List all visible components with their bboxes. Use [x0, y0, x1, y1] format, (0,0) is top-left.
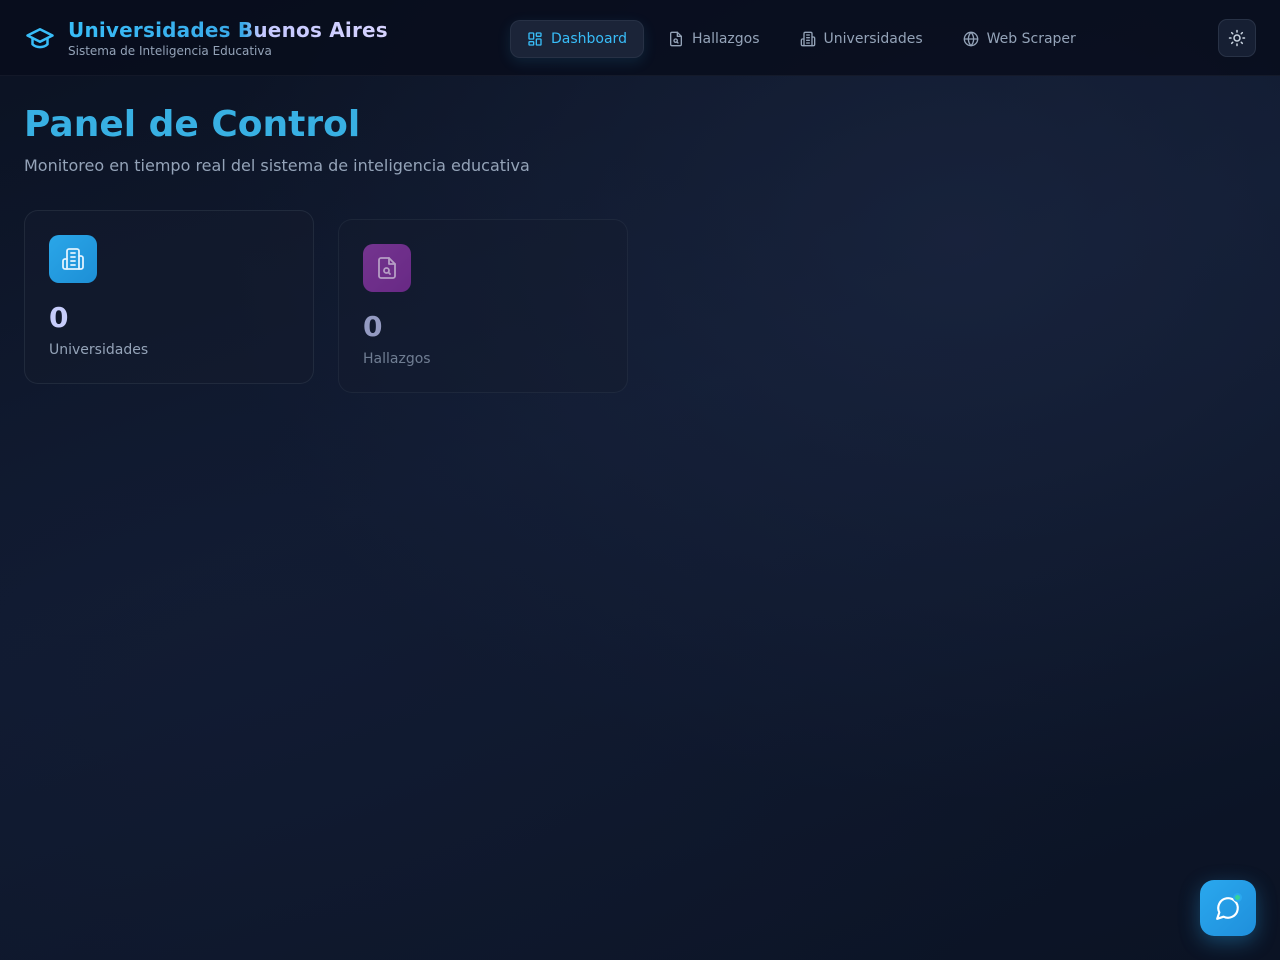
nav-label-universidades: Universidades — [823, 31, 923, 47]
nav-label-hallazgos: Hallazgos — [691, 31, 760, 47]
brand-subtitle: Sistema de Inteligencia Educativa — [68, 44, 272, 58]
stat-card-hallazgos[interactable]: 0 Hallazgos — [338, 219, 628, 393]
nav-item-universidades[interactable]: Universidades — [784, 20, 939, 58]
page-title: Panel de Control — [24, 104, 361, 145]
chat-button[interactable] — [1200, 880, 1256, 936]
nav-item-dashboard[interactable]: Dashboard — [510, 20, 644, 58]
file-search-icon — [669, 31, 682, 47]
stat-label: Universidades — [49, 342, 149, 358]
stat-value: 0 — [363, 310, 383, 343]
stat-icon-box — [363, 244, 411, 292]
top-header: Universidades Buenos Aires Sistema de In… — [0, 0, 1280, 76]
stat-card-universidades[interactable]: 0 Universidades — [24, 210, 314, 384]
online-status-dot — [1233, 893, 1242, 902]
stat-value: 0 — [49, 301, 69, 334]
nav-label-web-scraper: Web Scraper — [986, 31, 1076, 47]
nav-label-dashboard: Dashboard — [551, 31, 627, 47]
main-nav: Dashboard Hallazgos Universidades Web Sc… — [510, 20, 1100, 58]
file-search-icon — [378, 257, 396, 279]
brand-title[interactable]: Universidades Buenos Aires — [68, 18, 388, 42]
sun-icon — [1228, 29, 1246, 47]
building-icon — [800, 31, 815, 47]
globe-icon — [963, 31, 978, 47]
graduation-cap-icon — [26, 28, 54, 49]
building-icon — [62, 248, 84, 270]
nav-item-hallazgos[interactable]: Hallazgos — [652, 20, 776, 58]
stat-icon-box — [49, 235, 97, 283]
page-subtitle: Monitoreo en tiempo real del sistema de … — [24, 156, 530, 175]
layout-grid-icon — [528, 32, 542, 46]
nav-item-web-scraper[interactable]: Web Scraper — [947, 20, 1092, 58]
stat-label: Hallazgos — [363, 351, 431, 367]
theme-toggle-button[interactable] — [1218, 19, 1256, 57]
